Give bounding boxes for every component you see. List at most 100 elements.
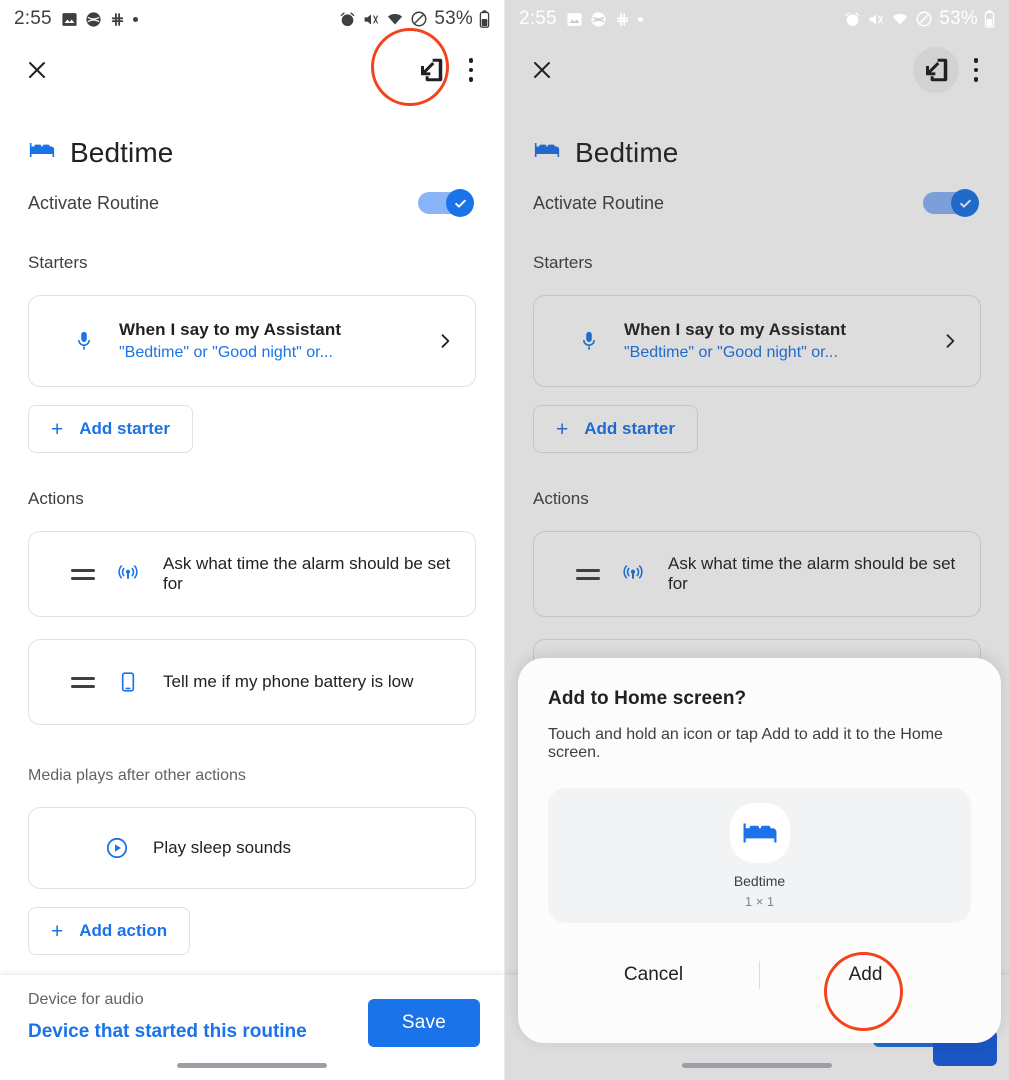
microphone-icon bbox=[73, 330, 95, 352]
plus-icon: + bbox=[556, 417, 569, 441]
add-to-home-screen-dialog: Add to Home screen? Touch and hold an ic… bbox=[518, 658, 1001, 1043]
add-starter-button[interactable]: + Add starter bbox=[28, 405, 193, 453]
starters-section-label: Starters bbox=[28, 253, 88, 272]
chevron-right-icon[interactable] bbox=[435, 331, 455, 351]
device-for-audio-label: Device for audio bbox=[28, 991, 144, 1008]
action-card-alarm: Ask what time the alarm should be set fo… bbox=[533, 531, 981, 617]
bed-icon bbox=[533, 136, 561, 169]
chevron-right-icon bbox=[940, 331, 960, 351]
slack-icon bbox=[109, 11, 126, 28]
status-bar-system-icons: 53% bbox=[844, 8, 995, 30]
close-button[interactable] bbox=[519, 47, 565, 93]
right-screen: Bedtime Activate Routine Starters When I… bbox=[504, 0, 1009, 1080]
starter-subtitle: "Bedtime" or "Good night" or... bbox=[119, 344, 333, 361]
mute-icon bbox=[867, 11, 885, 28]
sphere-icon bbox=[85, 11, 102, 28]
add-action-button[interactable]: + Add action bbox=[28, 907, 191, 955]
dot-icon bbox=[637, 16, 643, 22]
page-title: Bedtime bbox=[70, 136, 174, 168]
dnd-icon bbox=[410, 10, 428, 28]
sphere-icon bbox=[590, 11, 607, 28]
starter-card[interactable]: When I say to my Assistant "Bedtime" or … bbox=[28, 295, 476, 387]
action-card-alarm[interactable]: Ask what time the alarm should be set fo… bbox=[28, 531, 476, 617]
alarm-icon bbox=[844, 11, 861, 28]
add-to-home-screen-icon bbox=[421, 58, 443, 82]
gesture-navigation-bar[interactable] bbox=[177, 1063, 327, 1068]
device-for-audio-group[interactable]: Device for audio Device that started thi… bbox=[28, 991, 307, 1043]
mute-icon bbox=[362, 11, 380, 28]
microphone-icon bbox=[578, 330, 600, 352]
add-starter-label: Add starter bbox=[79, 419, 170, 438]
action-title: Ask what time the alarm should be set fo… bbox=[668, 554, 956, 593]
add-to-home-screen-icon bbox=[926, 58, 948, 82]
save-button[interactable]: Save bbox=[367, 999, 480, 1047]
activate-routine-row: Activate Routine bbox=[533, 189, 981, 217]
dot-icon bbox=[132, 16, 138, 22]
action-title: Ask what time the alarm should be set fo… bbox=[163, 554, 451, 593]
starter-subtitle: "Bedtime" or "Good night" or... bbox=[624, 344, 838, 361]
toggle-thumb bbox=[446, 189, 474, 217]
gesture-navigation-bar[interactable] bbox=[682, 1063, 832, 1068]
drag-handle-icon bbox=[576, 568, 600, 580]
broadcast-icon bbox=[117, 563, 139, 585]
dialog-title: Add to Home screen? bbox=[548, 688, 747, 709]
close-button[interactable] bbox=[14, 47, 60, 93]
status-bar: 2:55 53% bbox=[0, 0, 504, 38]
activate-routine-row[interactable]: Activate Routine bbox=[28, 189, 476, 217]
drag-handle-icon[interactable] bbox=[71, 676, 95, 688]
page-title: Bedtime bbox=[575, 136, 679, 168]
wifi-icon bbox=[386, 11, 404, 28]
more-vert-icon bbox=[468, 58, 474, 63]
starter-text: When I say to my Assistant "Bedtime" or … bbox=[119, 320, 435, 362]
widget-preview[interactable]: Bedtime 1 × 1 bbox=[548, 788, 971, 923]
dialog-action-row: Cancel Add bbox=[548, 939, 971, 1011]
status-bar-clock: 2:55 bbox=[519, 8, 557, 29]
phone-icon bbox=[117, 671, 139, 693]
status-bar: 2:55 53% bbox=[505, 0, 1009, 38]
photo-icon bbox=[566, 11, 583, 28]
media-action-title: Play sleep sounds bbox=[153, 838, 291, 857]
add-button[interactable]: Add bbox=[760, 964, 971, 986]
add-action-label: Add action bbox=[79, 921, 168, 940]
status-bar-notification-icons bbox=[61, 11, 138, 28]
overflow-menu-button[interactable] bbox=[959, 47, 993, 93]
routine-title-row: Bedtime bbox=[533, 136, 981, 169]
left-screen: 2:55 53% Bedtime Activate Routine Starte… bbox=[0, 0, 504, 1080]
action-card-battery[interactable]: Tell me if my phone battery is low bbox=[28, 639, 476, 725]
status-bar-clock: 2:55 bbox=[14, 8, 52, 29]
app-bar bbox=[0, 38, 504, 102]
cancel-button[interactable]: Cancel bbox=[548, 964, 759, 986]
activate-routine-label: Activate Routine bbox=[533, 192, 665, 213]
app-bar bbox=[505, 38, 1009, 102]
dnd-icon bbox=[915, 10, 933, 28]
widget-icon-tile bbox=[729, 802, 790, 863]
routine-editor-content: Bedtime Activate Routine Starters When I… bbox=[0, 102, 504, 1080]
alarm-icon bbox=[339, 11, 356, 28]
media-note-label: Media plays after other actions bbox=[28, 767, 246, 784]
plus-icon: + bbox=[51, 919, 64, 943]
widget-name: Bedtime bbox=[733, 872, 786, 889]
starter-title: When I say to my Assistant bbox=[624, 320, 847, 339]
widget-size: 1 × 1 bbox=[744, 893, 775, 909]
add-to-home-screen-button[interactable] bbox=[913, 47, 959, 93]
add-starter-label: Add starter bbox=[584, 419, 675, 438]
activate-routine-toggle[interactable] bbox=[418, 189, 474, 217]
media-action-card[interactable]: Play sleep sounds bbox=[28, 807, 476, 889]
broadcast-icon bbox=[622, 563, 644, 585]
status-bar-notification-icons bbox=[566, 11, 643, 28]
add-to-home-screen-button[interactable] bbox=[408, 47, 454, 93]
starters-section-label: Starters bbox=[533, 253, 593, 272]
plus-icon: + bbox=[51, 417, 64, 441]
check-icon bbox=[959, 199, 971, 208]
overflow-menu-button[interactable] bbox=[454, 47, 488, 93]
starter-text: When I say to my Assistant "Bedtime" or … bbox=[624, 320, 940, 362]
drag-handle-icon[interactable] bbox=[71, 568, 95, 580]
wifi-icon bbox=[891, 11, 909, 28]
starter-title: When I say to my Assistant bbox=[119, 320, 342, 339]
add-starter-button: + Add starter bbox=[533, 405, 698, 453]
more-vert-icon bbox=[973, 58, 979, 63]
starter-card: When I say to my Assistant "Bedtime" or … bbox=[533, 295, 981, 387]
check-icon bbox=[454, 199, 466, 208]
battery-percent: 53% bbox=[939, 8, 978, 29]
device-for-audio-value[interactable]: Device that started this routine bbox=[28, 1021, 307, 1043]
